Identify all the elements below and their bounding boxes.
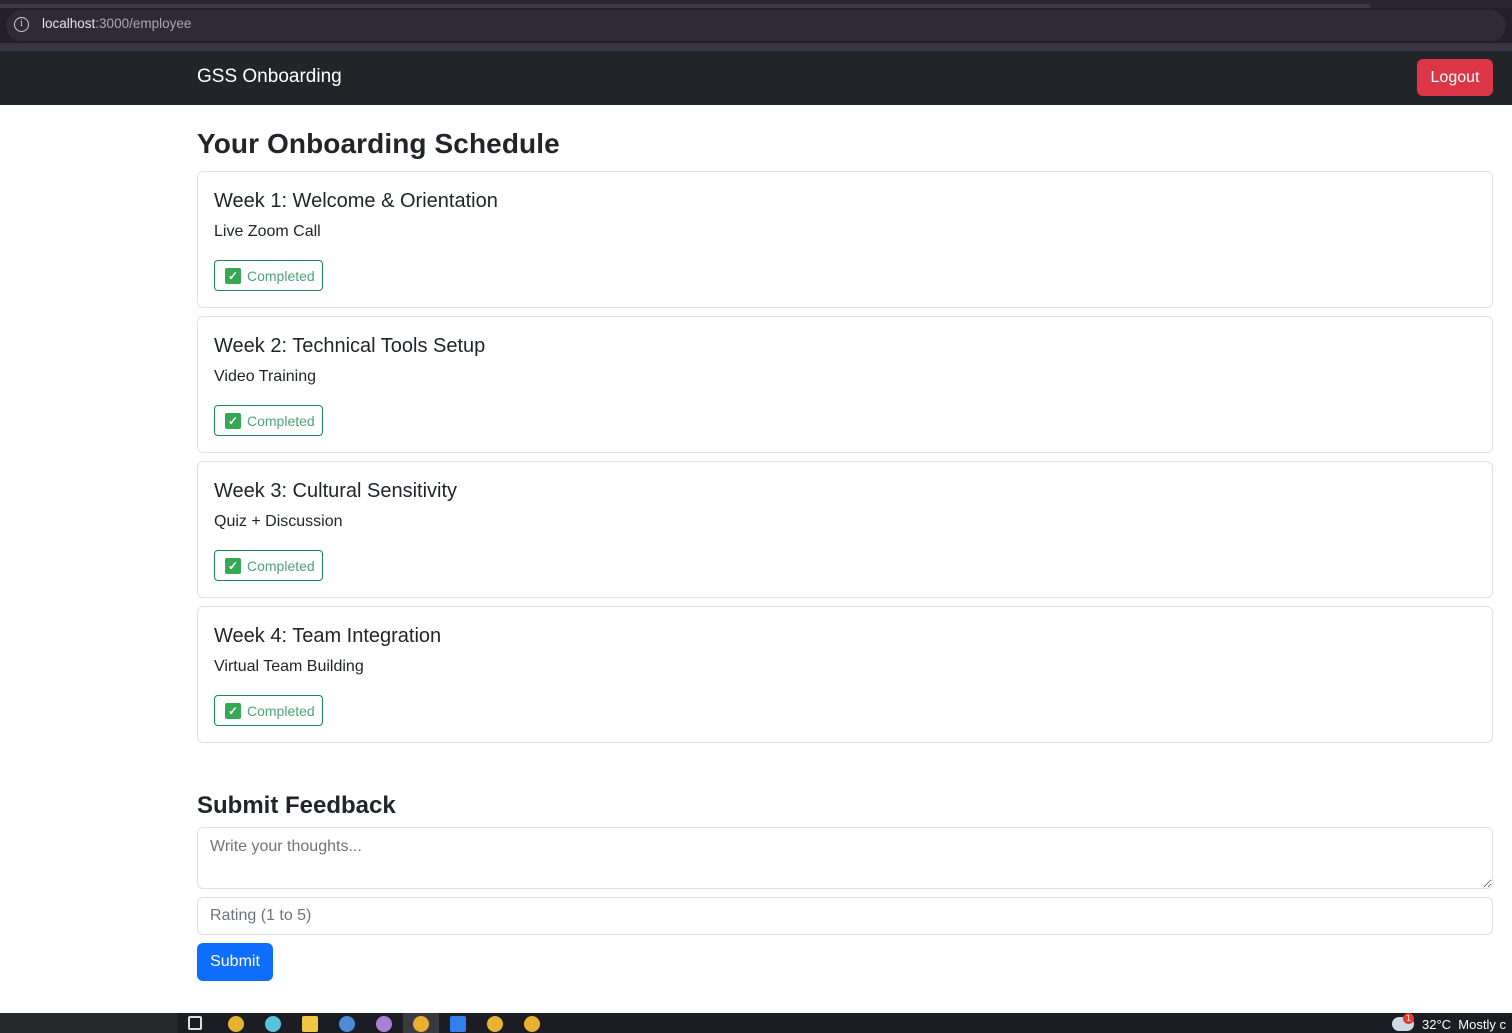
completed-button[interactable]: ✓ Completed bbox=[214, 550, 323, 581]
logout-button[interactable]: Logout bbox=[1417, 59, 1493, 96]
chrome-window-icon[interactable] bbox=[487, 1016, 503, 1032]
page-title: Your Onboarding Schedule bbox=[197, 128, 560, 159]
week-format: Quiz + Discussion bbox=[214, 513, 343, 530]
check-mark-icon: ✓ bbox=[225, 412, 241, 429]
vscode-icon[interactable] bbox=[450, 1016, 466, 1032]
completed-button[interactable]: ✓ Completed bbox=[214, 260, 323, 291]
week-card-1: Week 1: Welcome & Orientation Live Zoom … bbox=[197, 171, 1493, 308]
chrome-window-2-icon[interactable] bbox=[524, 1016, 540, 1032]
chrome-icon[interactable] bbox=[228, 1016, 244, 1032]
url-text[interactable]: localhost:3000/employee bbox=[42, 16, 191, 31]
week-format: Video Training bbox=[214, 368, 316, 385]
chrome-active-icon[interactable] bbox=[413, 1016, 429, 1032]
week-card-4: Week 4: Team Integration Virtual Team Bu… bbox=[197, 606, 1493, 743]
submit-button[interactable]: Submit bbox=[197, 943, 273, 981]
status-label: Completed bbox=[247, 412, 315, 429]
taskbar: 1 32°C Mostly c bbox=[0, 1013, 1512, 1033]
weather-readout[interactable]: 32°C Mostly c bbox=[1422, 1017, 1506, 1032]
taskbar-search-area[interactable] bbox=[0, 1013, 178, 1033]
github-icon[interactable] bbox=[376, 1016, 392, 1032]
check-mark-icon: ✓ bbox=[225, 267, 241, 284]
notification-badge: 1 bbox=[1403, 1013, 1414, 1024]
status-label: Completed bbox=[247, 557, 315, 574]
chrome-profile-icon[interactable] bbox=[339, 1016, 355, 1032]
brand-link[interactable]: GSS Onboarding bbox=[197, 66, 342, 88]
week-card-3: Week 3: Cultural Sensitivity Quiz + Disc… bbox=[197, 461, 1493, 598]
feedback-title: Submit Feedback bbox=[197, 792, 396, 819]
week-title: Week 1: Welcome & Orientation bbox=[214, 190, 498, 212]
rating-input[interactable] bbox=[197, 897, 1493, 935]
status-label: Completed bbox=[247, 702, 315, 719]
completed-button[interactable]: ✓ Completed bbox=[214, 695, 323, 726]
file-explorer-icon[interactable] bbox=[302, 1016, 318, 1032]
browser-divider bbox=[0, 43, 1512, 51]
feedback-textarea[interactable] bbox=[197, 827, 1493, 889]
check-mark-icon: ✓ bbox=[225, 557, 241, 574]
site-info-icon[interactable]: i bbox=[14, 17, 29, 32]
week-title: Week 3: Cultural Sensitivity bbox=[214, 480, 458, 502]
week-card-2: Week 2: Technical Tools Setup Video Trai… bbox=[197, 316, 1493, 453]
check-mark-icon: ✓ bbox=[225, 702, 241, 719]
browser-tab-strip bbox=[0, 0, 1512, 8]
week-format: Live Zoom Call bbox=[214, 223, 321, 240]
address-bar[interactable]: i localhost:3000/employee bbox=[0, 8, 1512, 43]
react-icon[interactable] bbox=[265, 1016, 281, 1032]
status-label: Completed bbox=[247, 267, 315, 284]
week-title: Week 2: Technical Tools Setup bbox=[214, 335, 486, 357]
navbar: GSS Onboarding Logout bbox=[0, 51, 1512, 105]
week-title: Week 4: Team Integration bbox=[214, 625, 442, 647]
task-view-icon[interactable] bbox=[188, 1016, 202, 1030]
week-format: Virtual Team Building bbox=[214, 658, 364, 675]
completed-button[interactable]: ✓ Completed bbox=[214, 405, 323, 436]
